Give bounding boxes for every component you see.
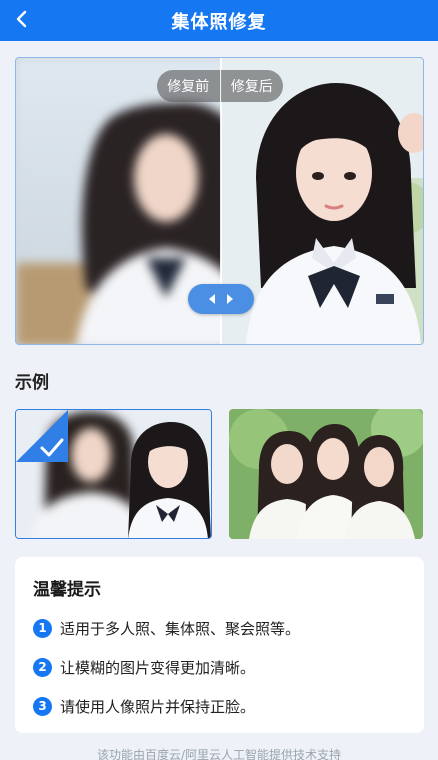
tip-item: 1 适用于多人照、集体照、聚会照等。 bbox=[33, 617, 300, 639]
tip-number-badge: 3 bbox=[33, 696, 52, 716]
compare-slider-handle[interactable] bbox=[188, 284, 254, 314]
example-thumbnail-1[interactable] bbox=[15, 409, 212, 539]
tip-item: 3 请使用人像照片并保持正脸。 bbox=[33, 695, 255, 717]
examples-section-title: 示例 bbox=[15, 373, 49, 393]
after-label: 修复后 bbox=[230, 79, 273, 95]
tip-number-badge: 2 bbox=[33, 657, 52, 677]
tips-card: 温馨提示 1 适用于多人照、集体照、聚会照等。 2 让模糊的图片变得更加清晰。 … bbox=[15, 557, 424, 733]
example-thumbnail-2[interactable] bbox=[229, 409, 423, 539]
tip-item: 2 让模糊的图片变得更加清晰。 bbox=[33, 656, 255, 678]
top-nav-bar: 集体照修复 bbox=[0, 0, 438, 41]
tips-title: 温馨提示 bbox=[33, 580, 101, 600]
tip-number-badge: 1 bbox=[33, 618, 52, 638]
page-title: 集体照修复 bbox=[171, 11, 267, 33]
before-label: 修复前 bbox=[167, 79, 210, 95]
chevron-left-icon bbox=[16, 10, 27, 28]
tip-text: 请使用人像照片并保持正脸。 bbox=[60, 697, 256, 716]
compare-labels: 修复前 修复后 bbox=[157, 70, 283, 102]
tip-text: 让模糊的图片变得更加清晰。 bbox=[60, 658, 256, 677]
footer-tech-support-note: 该功能由百度云/阿里云人工智能提供技术支持 bbox=[96, 748, 342, 760]
selected-check-icon bbox=[16, 410, 68, 462]
left-arrow-icon bbox=[209, 294, 215, 304]
tip-text: 适用于多人照、集体照、聚会照等。 bbox=[60, 619, 301, 638]
back-button[interactable] bbox=[6, 3, 38, 35]
before-after-compare[interactable]: 修复前 修复后 bbox=[15, 57, 424, 345]
right-arrow-icon bbox=[227, 294, 233, 304]
